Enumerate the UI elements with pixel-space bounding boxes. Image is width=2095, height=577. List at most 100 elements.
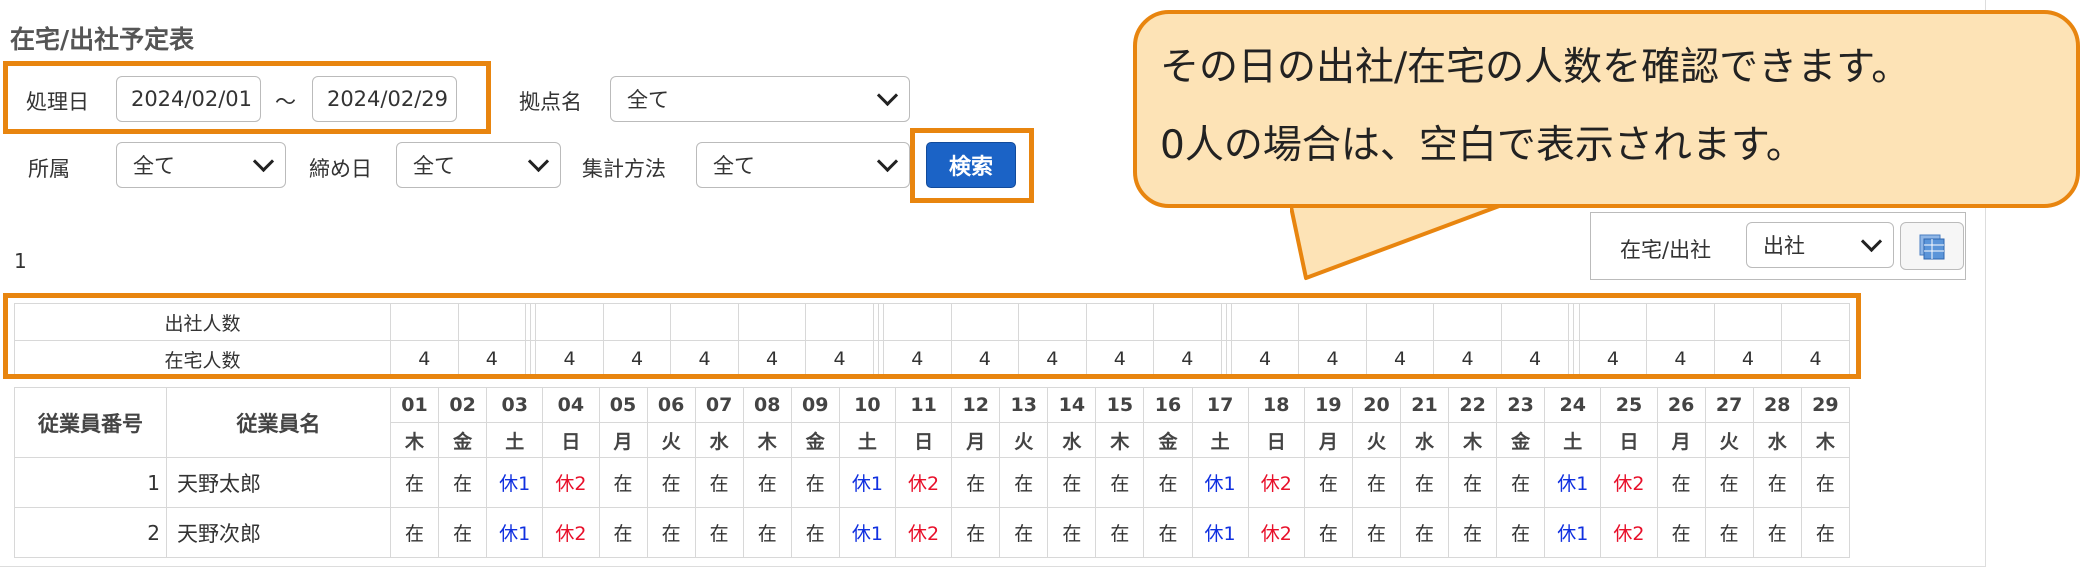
closing-label: 締め日 <box>309 157 372 181</box>
table-row: 2 天野次郎在在休1 休2 在在在在在休1 休2 在在在在在休1 休2 在在在在在休1 休2 在在… <box>14 507 1851 558</box>
day-status-cell[interactable]: 在 <box>598 457 648 508</box>
col-header-day: 15 <box>1095 387 1145 423</box>
col-header-day: 19 <box>1303 387 1353 423</box>
day-status-cell[interactable]: 在 <box>951 457 1001 508</box>
col-header-day: 09 <box>790 387 840 423</box>
col-header-weekday: 木 <box>1800 422 1851 458</box>
closing-select[interactable]: 全て <box>396 142 561 188</box>
highlight-date-range <box>3 61 491 134</box>
emp-no-cell: 1 <box>14 457 167 508</box>
chevron-down-icon <box>252 150 275 172</box>
col-header-weekday: 日 <box>542 422 600 458</box>
method-label: 集計方法 <box>582 157 666 181</box>
day-status-cell[interactable]: 在 <box>999 507 1049 558</box>
day-status-cell[interactable]: 休2 <box>1600 457 1658 508</box>
day-status-cell[interactable]: 在 <box>646 457 696 508</box>
day-status-cell[interactable]: 在 <box>1448 507 1498 558</box>
closing-select-value: 全て <box>413 154 455 178</box>
day-status-cell[interactable]: 休1 <box>486 457 544 508</box>
row-count: 1 <box>14 249 27 273</box>
col-header-day: 08 <box>742 387 792 423</box>
site-select[interactable]: 全て <box>610 76 910 122</box>
day-status-cell[interactable]: 在 <box>1399 507 1450 558</box>
day-status-cell[interactable]: 在 <box>1496 457 1546 508</box>
day-status-cell[interactable]: 在 <box>1095 457 1145 508</box>
day-status-cell[interactable]: 在 <box>389 457 440 508</box>
day-status-cell[interactable]: 休2 <box>1247 457 1305 508</box>
col-header-weekday: 日 <box>894 422 953 458</box>
day-status-cell[interactable]: 休2 <box>1600 507 1658 558</box>
day-status-cell[interactable]: 在 <box>1047 457 1097 508</box>
day-status-cell[interactable]: 休2 <box>542 507 600 558</box>
day-status-cell[interactable]: 在 <box>1800 507 1851 558</box>
day-status-cell[interactable]: 在 <box>1303 507 1353 558</box>
day-status-cell[interactable]: 在 <box>389 507 440 558</box>
day-status-cell[interactable]: 在 <box>1800 457 1851 508</box>
col-header-day: 29 <box>1800 387 1851 423</box>
day-status-cell[interactable]: 休2 <box>542 457 600 508</box>
day-status-cell[interactable]: 在 <box>1704 457 1754 508</box>
day-status-cell[interactable]: 在 <box>1351 507 1402 558</box>
day-status-cell[interactable]: 在 <box>790 457 840 508</box>
day-status-cell[interactable]: 休2 <box>894 457 953 508</box>
col-header-day: 23 <box>1496 387 1546 423</box>
col-header-day: 03 <box>486 387 544 423</box>
day-status-cell[interactable]: 在 <box>598 507 648 558</box>
day-status-cell[interactable]: 在 <box>1047 507 1097 558</box>
day-status-cell[interactable]: 在 <box>1752 457 1802 508</box>
day-status-cell[interactable]: 在 <box>1303 457 1353 508</box>
col-header-weekday: 金 <box>438 422 488 458</box>
day-status-cell[interactable]: 在 <box>1095 507 1145 558</box>
chevron-down-icon <box>876 84 899 106</box>
table-row: 1 天野太郎在在休1 休2 在在在在在休1 休2 在在在在在休1 休2 在在在在在休1 休2 在在… <box>14 457 1851 508</box>
day-status-cell[interactable]: 休1 <box>1191 507 1249 558</box>
highlight-summary-rows <box>3 293 1861 379</box>
day-status-cell[interactable]: 在 <box>438 457 488 508</box>
export-button[interactable] <box>1900 222 1964 270</box>
day-status-cell[interactable]: 在 <box>742 457 792 508</box>
day-status-cell[interactable]: 在 <box>1448 457 1498 508</box>
dept-select-value: 全て <box>133 154 175 178</box>
col-header-day: 04 <box>542 387 600 423</box>
day-status-cell[interactable]: 休1 <box>838 507 897 558</box>
day-status-cell[interactable]: 在 <box>742 507 792 558</box>
day-status-cell[interactable]: 在 <box>646 507 696 558</box>
method-select[interactable]: 全て <box>696 142 910 188</box>
day-status-cell[interactable]: 在 <box>1143 507 1193 558</box>
col-header-day: 17 <box>1191 387 1249 423</box>
dept-select[interactable]: 全て <box>116 142 286 188</box>
day-status-cell[interactable]: 在 <box>951 507 1001 558</box>
day-status-cell[interactable]: 在 <box>1752 507 1802 558</box>
emp-name-cell[interactable]: 天野太郎 <box>166 457 391 508</box>
day-status-cell[interactable]: 在 <box>790 507 840 558</box>
day-status-cell[interactable]: 休2 <box>894 507 953 558</box>
day-status-cell[interactable]: 在 <box>1143 457 1193 508</box>
day-status-cell[interactable]: 在 <box>1656 457 1706 508</box>
emp-no-cell: 2 <box>14 507 167 558</box>
day-status-cell[interactable]: 在 <box>1656 507 1706 558</box>
col-header-weekday: 木 <box>742 422 792 458</box>
col-header-weekday: 金 <box>1143 422 1193 458</box>
day-status-cell[interactable]: 休1 <box>1191 457 1249 508</box>
day-status-cell[interactable]: 休1 <box>838 457 897 508</box>
day-status-cell[interactable]: 休1 <box>486 507 544 558</box>
day-status-cell[interactable]: 在 <box>438 507 488 558</box>
col-header-weekday: 土 <box>486 422 544 458</box>
view-switch-select[interactable]: 出社 <box>1746 222 1894 268</box>
day-status-cell[interactable]: 在 <box>1351 457 1402 508</box>
day-status-cell[interactable]: 在 <box>694 507 744 558</box>
day-status-cell[interactable]: 在 <box>999 457 1049 508</box>
col-header-weekday: 水 <box>694 422 744 458</box>
col-header-weekday: 月 <box>1303 422 1353 458</box>
col-header-weekday: 月 <box>598 422 648 458</box>
day-status-cell[interactable]: 在 <box>1496 507 1546 558</box>
day-status-cell[interactable]: 休2 <box>1247 507 1305 558</box>
chevron-down-icon <box>1860 230 1883 252</box>
col-header-weekday: 木 <box>1095 422 1145 458</box>
day-status-cell[interactable]: 休1 <box>1544 507 1602 558</box>
day-status-cell[interactable]: 在 <box>694 457 744 508</box>
day-status-cell[interactable]: 在 <box>1399 457 1450 508</box>
day-status-cell[interactable]: 休1 <box>1544 457 1602 508</box>
emp-name-cell[interactable]: 天野次郎 <box>166 507 391 558</box>
day-status-cell[interactable]: 在 <box>1704 507 1754 558</box>
